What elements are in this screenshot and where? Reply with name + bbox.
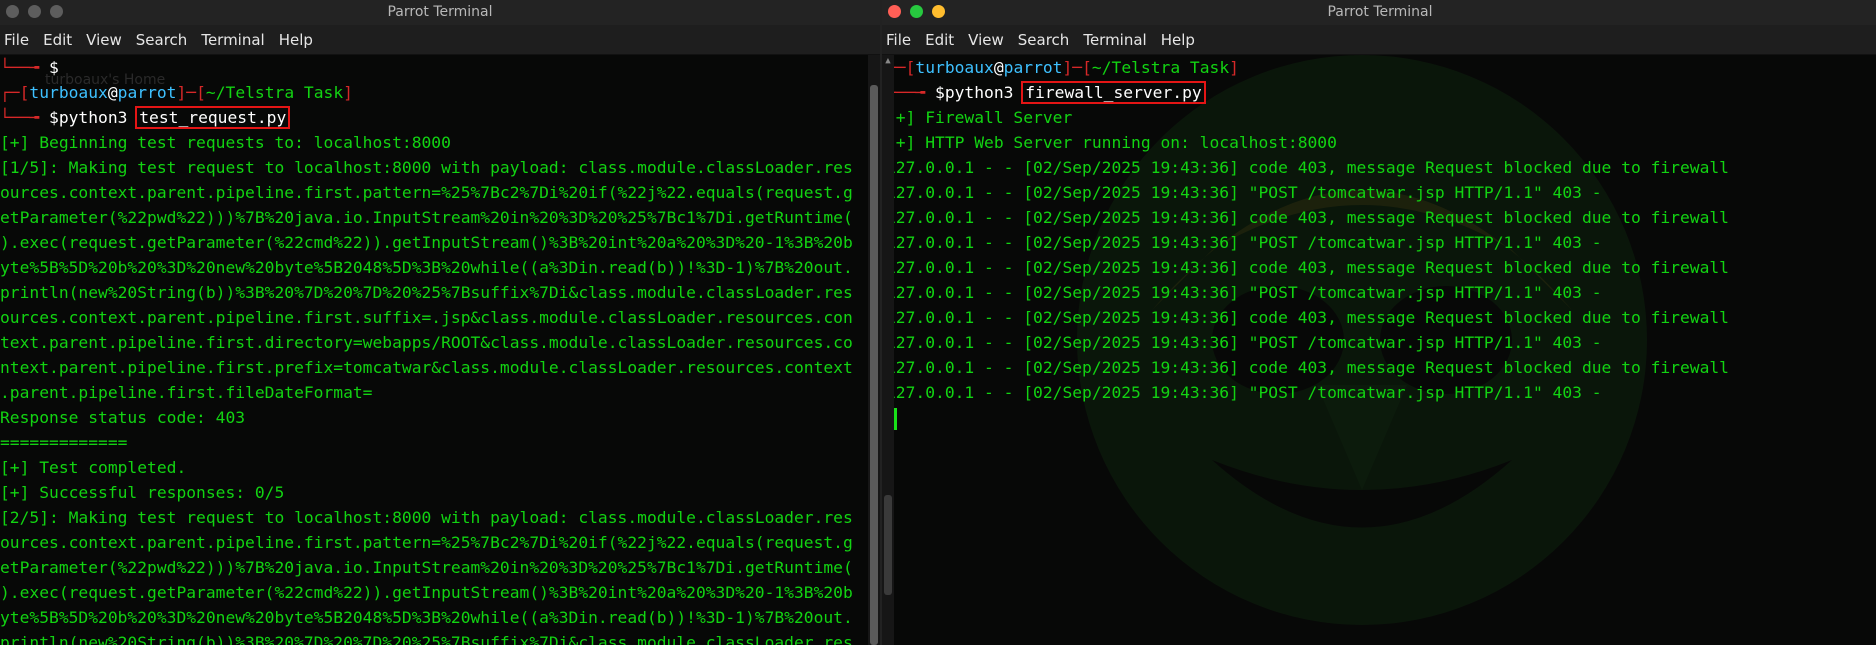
output-line: 127.0.0.1 - - [02/Sep/2025 19:43:36] cod… bbox=[886, 208, 1729, 227]
prompt-bracket: ]─[ bbox=[176, 83, 206, 102]
command-line: └──╼ $python3 test_request.py bbox=[0, 105, 880, 130]
output-line: [1/5]: Making test request to localhost:… bbox=[0, 158, 853, 177]
scrollbar-thumb[interactable] bbox=[884, 495, 892, 595]
output-line: etParameter(%22pwd%22)))%7B%20java.io.In… bbox=[0, 208, 853, 227]
prompt-bracket: └──╼ bbox=[0, 58, 50, 77]
cursor-line bbox=[886, 405, 1876, 430]
menu-terminal[interactable]: Terminal bbox=[1083, 31, 1146, 49]
output-line: ntext.parent.pipeline.first.prefix=tomca… bbox=[0, 358, 853, 377]
command-argument-highlighted: firewall_server.py bbox=[1021, 81, 1206, 104]
scroll-up-arrow-icon[interactable]: ▲ bbox=[882, 55, 894, 67]
output-line: [+] HTTP Web Server running on: localhos… bbox=[886, 133, 1337, 152]
output-line: yte%5B%5D%20b%20%3D%20new%20byte%5B2048%… bbox=[0, 258, 853, 277]
menu-edit[interactable]: Edit bbox=[43, 31, 72, 49]
prompt-line: ┌─[turboaux@parrot]─[~/Telstra Task] bbox=[886, 55, 1876, 80]
prompt-bracket: ]─[ bbox=[1062, 58, 1092, 77]
output-line: yte%5B%5D%20b%20%3D%20new%20byte%5B2048%… bbox=[0, 608, 853, 627]
output-line: ources.context.parent.pipeline.first.pat… bbox=[0, 183, 853, 202]
output-line: ).exec(request.getParameter(%22cmd%22)).… bbox=[0, 583, 853, 602]
output-lines: [+] Firewall Server [+] HTTP Web Server r… bbox=[886, 105, 1876, 405]
menu-view[interactable]: View bbox=[968, 31, 1004, 49]
titlebar[interactable]: Parrot Terminal bbox=[0, 0, 880, 25]
scrollbar[interactable] bbox=[868, 55, 880, 645]
prompt-bracket: └──╼ bbox=[0, 108, 50, 127]
output-line: [2/5]: Making test request to localhost:… bbox=[0, 508, 853, 527]
menu-view[interactable]: View bbox=[86, 31, 122, 49]
window-title: Parrot Terminal bbox=[387, 4, 493, 20]
terminal-window-right[interactable]: Parrot Terminal File Edit View Search Te… bbox=[880, 0, 1876, 645]
output-line: [+] Test completed. bbox=[0, 458, 187, 477]
prompt-bracket: ┌─[ bbox=[0, 83, 30, 102]
command-argument-highlighted: test_request.py bbox=[135, 106, 291, 129]
output-line: text.parent.pipeline.first.directory=web… bbox=[0, 333, 853, 352]
output-line: println(new%20String(b))%3B%20%7D%20%7D%… bbox=[0, 283, 853, 302]
output-line: .parent.pipeline.first.fileDateFormat= bbox=[0, 383, 373, 402]
output-line: 127.0.0.1 - - [02/Sep/2025 19:43:36] "PO… bbox=[886, 233, 1602, 252]
menu-search[interactable]: Search bbox=[136, 31, 188, 49]
output-line: ============= bbox=[0, 433, 128, 452]
prompt-path: ~/Telstra Task bbox=[1091, 58, 1230, 77]
prompt-path: ~/Telstra Task bbox=[205, 83, 344, 102]
terminal-output[interactable]: turboaux's Home └──╼ $ ┌─[turboaux@parro… bbox=[0, 55, 880, 645]
scrollbar-thumb[interactable] bbox=[870, 85, 878, 645]
output-line: 127.0.0.1 - - [02/Sep/2025 19:43:36] "PO… bbox=[886, 333, 1602, 352]
prompt-user: turboaux bbox=[915, 58, 994, 77]
titlebar[interactable]: Parrot Terminal bbox=[882, 0, 1876, 25]
output-line: 127.0.0.1 - - [02/Sep/2025 19:43:36] cod… bbox=[886, 308, 1729, 327]
window-title: Parrot Terminal bbox=[1327, 4, 1433, 20]
menu-help[interactable]: Help bbox=[1161, 31, 1195, 49]
prompt-bracket: ] bbox=[1229, 58, 1239, 77]
output-line: 127.0.0.1 - - [02/Sep/2025 19:43:36] "PO… bbox=[886, 183, 1602, 202]
command: $python3 bbox=[49, 108, 128, 127]
prompt-at: @ bbox=[993, 58, 1004, 77]
faded-background-text: turboaux's Home bbox=[45, 72, 166, 88]
menu-file[interactable]: File bbox=[886, 31, 911, 49]
command: $python3 bbox=[935, 83, 1014, 102]
command-line: └──╼ $python3 firewall_server.py bbox=[886, 80, 1876, 105]
output-lines: [+] Beginning test requests to: localhos… bbox=[0, 130, 880, 645]
output-line: Response status code: 403 bbox=[0, 408, 246, 427]
output-line: ).exec(request.getParameter(%22cmd%22)).… bbox=[0, 233, 853, 252]
menu-edit[interactable]: Edit bbox=[925, 31, 954, 49]
output-line: 127.0.0.1 - - [02/Sep/2025 19:43:36] "PO… bbox=[886, 283, 1602, 302]
output-line: [+] Successful responses: 0/5 bbox=[0, 483, 285, 502]
output-line: [+] Firewall Server bbox=[886, 108, 1073, 127]
output-line: etParameter(%22pwd%22)))%7B%20java.io.In… bbox=[0, 558, 853, 577]
terminal-output[interactable]: ┌─[turboaux@parrot]─[~/Telstra Task] └──… bbox=[886, 55, 1876, 645]
output-line: 127.0.0.1 - - [02/Sep/2025 19:43:36] cod… bbox=[886, 358, 1729, 377]
menu-terminal[interactable]: Terminal bbox=[201, 31, 264, 49]
output-line: ources.context.parent.pipeline.first.pat… bbox=[0, 533, 853, 552]
output-line: [+] Beginning test requests to: localhos… bbox=[0, 133, 451, 152]
output-line: 127.0.0.1 - - [02/Sep/2025 19:43:36] cod… bbox=[886, 258, 1729, 277]
terminal-window-left[interactable]: Parrot Terminal File Edit View Search Te… bbox=[0, 0, 880, 645]
prompt-bracket: ] bbox=[343, 83, 353, 102]
output-line: println(new%20String(b))%3B%20%7D%20%7D%… bbox=[0, 633, 853, 645]
menubar: File Edit View Search Terminal Help bbox=[882, 25, 1876, 55]
menu-search[interactable]: Search bbox=[1018, 31, 1070, 49]
scrollbar[interactable]: ▲ bbox=[882, 55, 894, 645]
menu-help[interactable]: Help bbox=[279, 31, 313, 49]
output-line: ources.context.parent.pipeline.first.suf… bbox=[0, 308, 853, 327]
output-line: 127.0.0.1 - - [02/Sep/2025 19:43:36] cod… bbox=[886, 158, 1729, 177]
output-line: 127.0.0.1 - - [02/Sep/2025 19:43:36] "PO… bbox=[886, 383, 1602, 402]
menu-file[interactable]: File bbox=[4, 31, 29, 49]
prompt-host: parrot bbox=[1003, 58, 1063, 77]
menubar: File Edit View Search Terminal Help bbox=[0, 25, 880, 55]
